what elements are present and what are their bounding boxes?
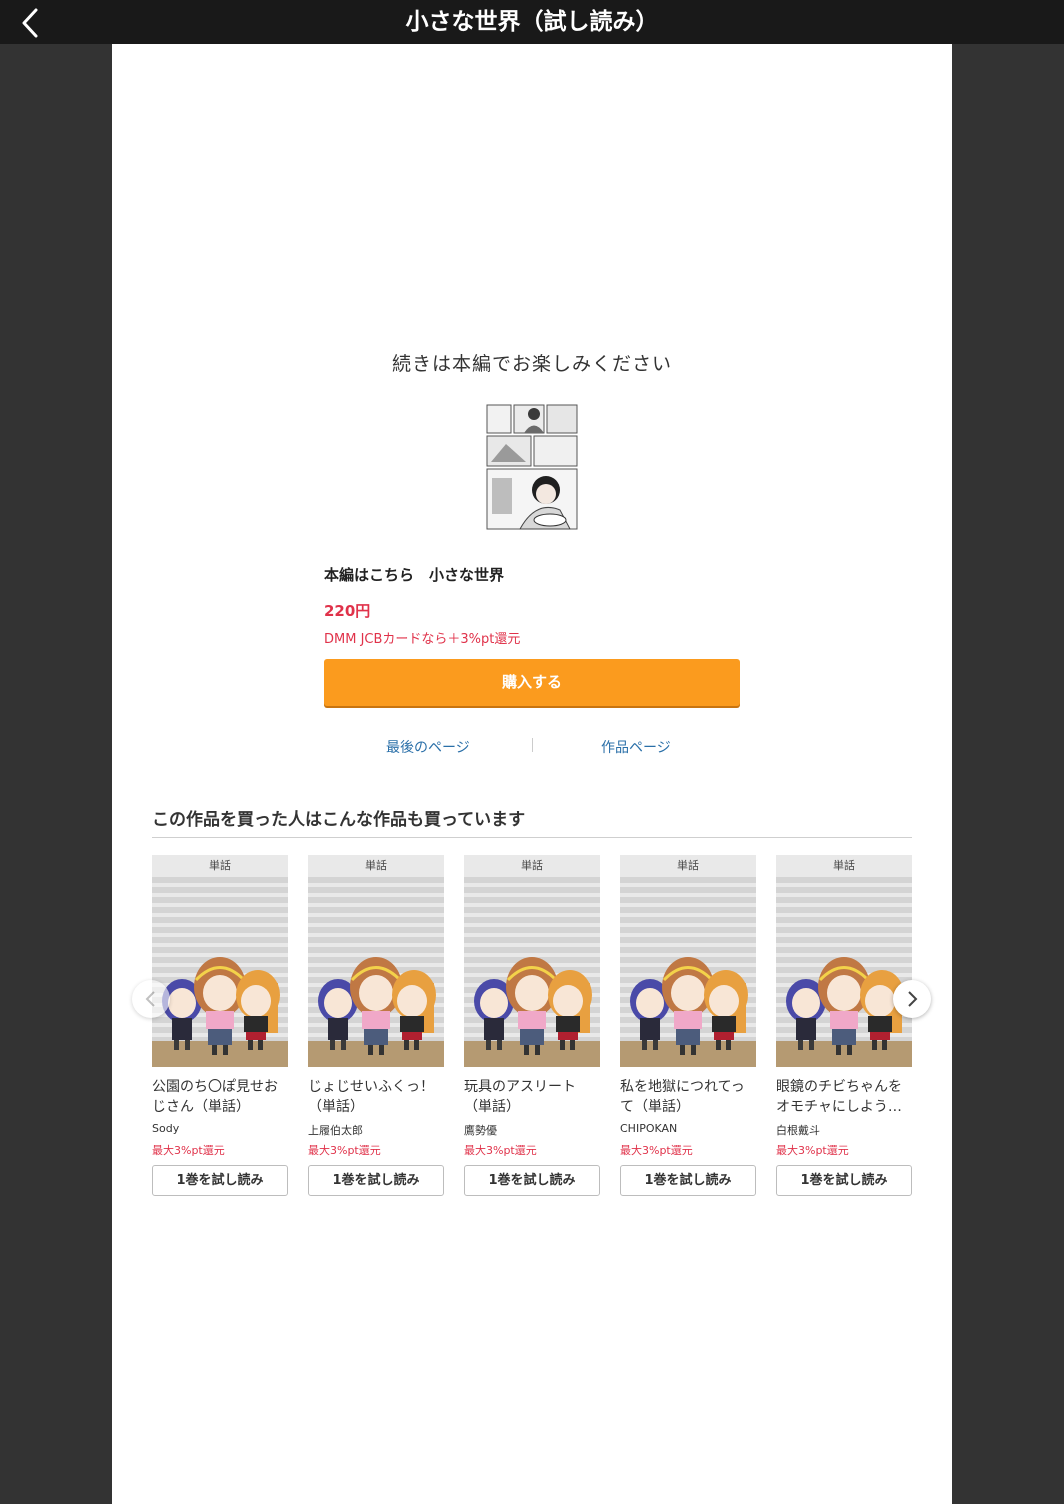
- format-badge: 単話: [308, 855, 444, 877]
- recommendation-author[interactable]: 白根戴斗: [776, 1122, 820, 1138]
- recommendation-title[interactable]: 眼鏡のチビちゃんをオモチャにしよう…: [776, 1077, 912, 1117]
- recommendation-title[interactable]: 私を地獄につれてって（単話）: [620, 1077, 756, 1117]
- recommendation-author[interactable]: Sody: [152, 1122, 179, 1135]
- recommendation-point: 最大3%pt還元: [308, 1144, 381, 1157]
- recommendation-point: 最大3%pt還元: [776, 1144, 849, 1157]
- recommendation-point: 最大3%pt還元: [152, 1144, 225, 1157]
- page-title: 小さな世界（試し読み）: [405, 9, 659, 35]
- trial-read-button[interactable]: 1巻を試し読み: [620, 1165, 756, 1196]
- recommendation-cover[interactable]: 単話: [152, 855, 288, 1067]
- product-cover-thumbnail[interactable]: [486, 404, 578, 530]
- recommendation-point: 最大3%pt還元: [464, 1144, 537, 1157]
- recommendation-cover[interactable]: 単話: [620, 855, 756, 1067]
- recommendation-author[interactable]: 鷹勢優: [464, 1122, 497, 1138]
- format-badge: 単話: [776, 855, 912, 877]
- recommendation-title[interactable]: 公園のち〇ぽ見せおじさん（単話）: [152, 1077, 288, 1117]
- recommendation-cover[interactable]: 単話: [308, 855, 444, 1067]
- continue-message: 続きは本編でお楽しみください: [391, 353, 672, 375]
- last-page-link[interactable]: 最後のページ: [386, 737, 470, 757]
- point-reward-note: DMM JCBカードなら＋3%pt還元: [324, 632, 521, 647]
- chevron-right-icon: [908, 991, 918, 1007]
- trial-read-button[interactable]: 1巻を試し読み: [776, 1165, 912, 1196]
- price: 220円: [324, 602, 371, 620]
- format-badge: 単話: [464, 855, 600, 877]
- recommendation-card[interactable]: 単話: [152, 855, 288, 1197]
- viewer-end-page: 続きは本編でお楽しみください 本編はこちら 小さな世界 220円 DMM JCB…: [112, 44, 952, 1504]
- recommendation-title[interactable]: じょじせいふくっ！（単話）: [308, 1077, 444, 1117]
- divider: [152, 837, 912, 838]
- trial-read-button[interactable]: 1巻を試し読み: [308, 1165, 444, 1196]
- buy-button[interactable]: 購入する: [324, 659, 740, 706]
- trial-read-button[interactable]: 1巻を試し読み: [152, 1165, 288, 1196]
- trial-read-button[interactable]: 1巻を試し読み: [464, 1165, 600, 1196]
- carousel-prev-button[interactable]: [132, 980, 170, 1018]
- chevron-left-icon: [145, 991, 155, 1007]
- link-divider: [532, 738, 533, 752]
- recommendation-card[interactable]: 単話: [620, 855, 756, 1197]
- recommendation-card[interactable]: 単話: [308, 855, 444, 1197]
- top-bar: 小さな世界（試し読み）: [0, 0, 1064, 44]
- main-volume-title[interactable]: 本編はこちら 小さな世界: [324, 564, 504, 585]
- recommendation-card[interactable]: 単話: [776, 855, 912, 1197]
- recommendations-heading: この作品を買った人はこんな作品も買っています: [152, 810, 526, 830]
- carousel-next-button[interactable]: [893, 980, 931, 1018]
- recommendation-author[interactable]: 上履伯太郎: [308, 1122, 363, 1138]
- product-page-link[interactable]: 作品ページ: [601, 737, 671, 757]
- format-badge: 単話: [152, 855, 288, 877]
- recommendation-cover[interactable]: 単話: [464, 855, 600, 1067]
- recommendation-cover[interactable]: 単話: [776, 855, 912, 1067]
- recommendation-point: 最大3%pt還元: [620, 1144, 693, 1157]
- recommendation-title[interactable]: 玩具のアスリート（単話）: [464, 1077, 600, 1117]
- recommendation-card[interactable]: 単話: [464, 855, 600, 1197]
- format-badge: 単話: [620, 855, 756, 877]
- recommendation-author[interactable]: CHIPOKAN: [620, 1122, 677, 1135]
